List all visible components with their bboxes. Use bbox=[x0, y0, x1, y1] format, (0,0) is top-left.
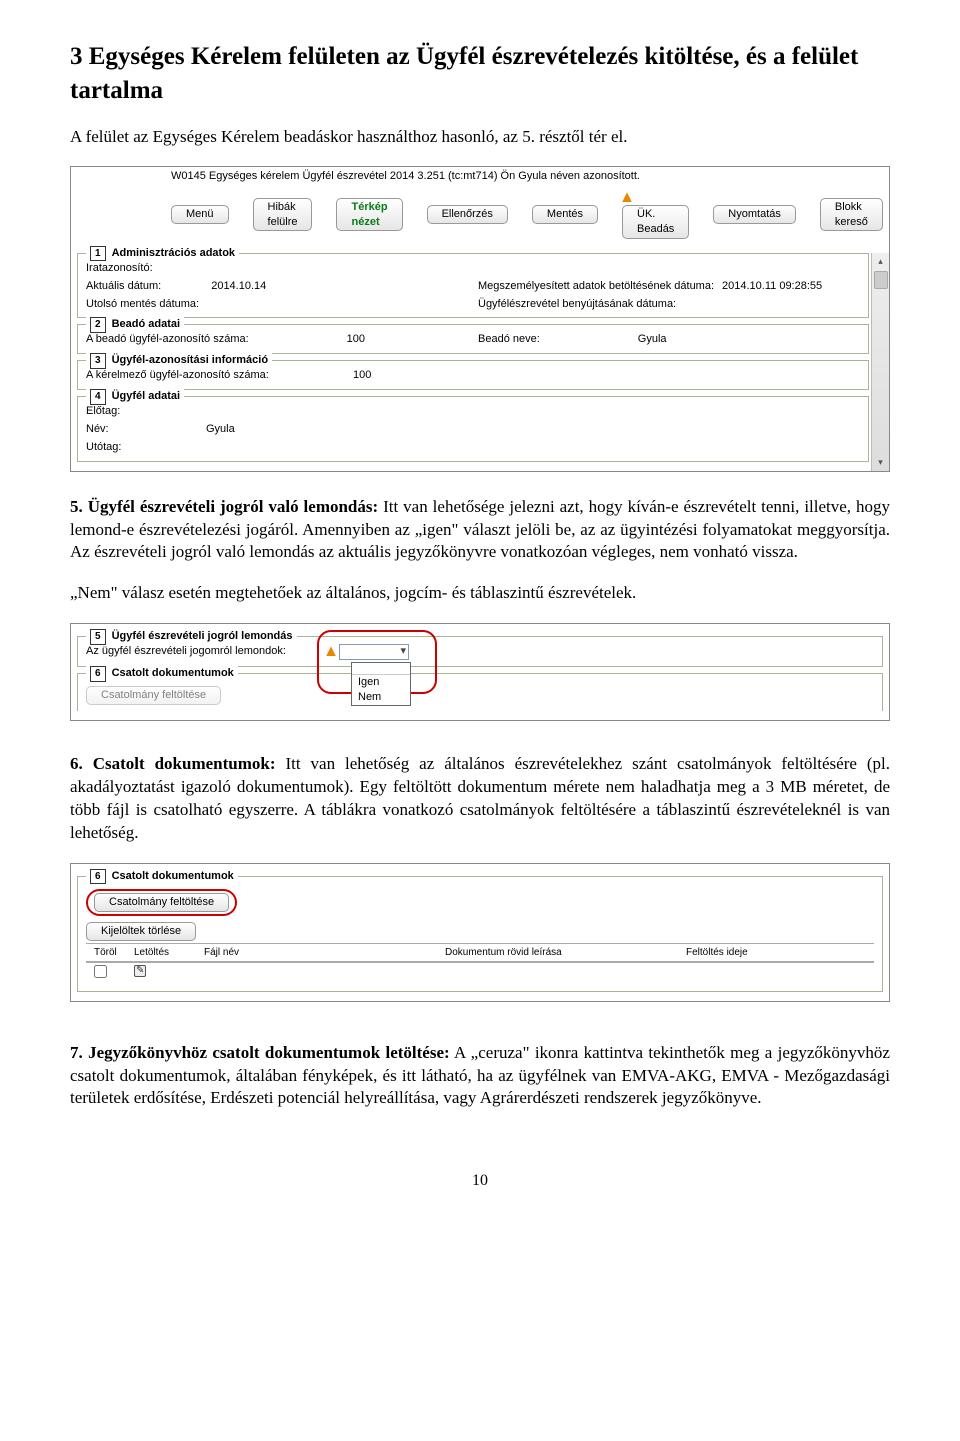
legend-admin: Adminisztrációs adatok bbox=[112, 247, 235, 259]
value-loaded-date: 2014.10.11 09:28:55 bbox=[722, 279, 822, 294]
page-number: 10 bbox=[70, 1170, 890, 1192]
fieldset-attach-partial: 6Csatolt dokumentumok Csatolmány feltölt… bbox=[77, 673, 883, 711]
intro-paragraph: A felület az Egységes Kérelem beadáskor … bbox=[70, 126, 890, 149]
attachment-table-row bbox=[86, 962, 874, 985]
label-prefix: Előtag: bbox=[86, 404, 306, 419]
legend-submitter: Beadó adatai bbox=[112, 318, 180, 330]
warning-icon bbox=[326, 646, 336, 656]
label-suffix: Utótag: bbox=[86, 440, 306, 455]
paragraph-6: 6. Csatolt dokumentumok: Itt van lehetős… bbox=[70, 753, 890, 845]
paragraph-5-prefix: 5. Ügyfél észrevételi jogról való lemond… bbox=[70, 497, 378, 516]
highlight-upload: Csatolmány feltöltése bbox=[86, 889, 237, 916]
form-body: ▴ ▾ 1Adminisztrációs adatok Iratazonosít… bbox=[71, 253, 889, 471]
upload-button[interactable]: Csatolmány feltöltése bbox=[94, 893, 229, 912]
label-client-id: A kérelmező ügyfél-azonosító száma: bbox=[86, 368, 321, 383]
label-current-date: Aktuális dátum: bbox=[86, 279, 161, 294]
option-yes[interactable]: Igen bbox=[352, 675, 410, 690]
paragraph-7-prefix: 7. Jegyzőkönyvhöz csatolt dokumentumok l… bbox=[70, 1043, 450, 1062]
option-no[interactable]: Nem bbox=[352, 690, 410, 705]
fieldset-submitter: 2Beadó adatai A beadó ügyfél-azonosító s… bbox=[77, 324, 869, 354]
label-submit-date: Ügyfélészrevétel benyújtásának dátuma: bbox=[478, 297, 676, 312]
screenshot-waiver-dropdown: 5Ügyfél észrevételi jogról lemondás Az ü… bbox=[70, 623, 890, 721]
print-button[interactable]: Nyomtatás bbox=[713, 205, 796, 224]
col-upload-time: Feltöltés ideje bbox=[686, 946, 866, 960]
label-waive-right: Az ügyfél észrevételi jogomról lemondok: bbox=[86, 644, 326, 660]
fieldset-client-data: 4Ügyfél adatai Előtag: Név: Gyula Utótag… bbox=[77, 396, 869, 462]
label-submitter-id: A beadó ügyfél-azonosító száma: bbox=[86, 332, 249, 347]
paragraph-6-prefix: 6. Csatolt dokumentumok: bbox=[70, 754, 276, 773]
row-checkbox[interactable] bbox=[94, 965, 107, 978]
paragraph-5b: „Nem" válasz esetén megtehetőek az által… bbox=[70, 582, 890, 605]
paragraph-7: 7. Jegyzőkönyvhöz csatolt dokumentumok l… bbox=[70, 1042, 890, 1111]
legend-waiver: Ügyfél észrevételi jogról lemondás bbox=[112, 630, 293, 642]
delete-selected-button[interactable]: Kijelöltek törlése bbox=[86, 922, 196, 941]
value-client-id: 100 bbox=[353, 368, 371, 383]
fieldset-client-id: 3Ügyfél-azonosítási információ A kérelme… bbox=[77, 360, 869, 390]
legend-client-id: Ügyfél-azonosítási információ bbox=[112, 354, 268, 366]
scroll-up-icon[interactable]: ▴ bbox=[878, 255, 883, 267]
check-button[interactable]: Ellenőrzés bbox=[427, 205, 508, 224]
paragraph-5: 5. Ügyfél észrevételi jogról való lemond… bbox=[70, 496, 890, 565]
submit-wrapper: ÜK. Beadás bbox=[622, 190, 689, 239]
value-current-date: 2014.10.14 bbox=[211, 279, 266, 294]
window-title: W0145 Egységes kérelem Ügyfél észrevétel… bbox=[71, 167, 889, 186]
label-name: Név: bbox=[86, 422, 206, 437]
value-submitter-name: Gyula bbox=[638, 332, 667, 347]
label-submitter-name: Beadó neve: bbox=[478, 332, 540, 347]
screenshot-main-form: W0145 Egységes kérelem Ügyfél észrevétel… bbox=[70, 166, 890, 471]
fieldset-admin: 1Adminisztrációs adatok Iratazonosító: A… bbox=[77, 253, 869, 319]
submit-button[interactable]: ÜK. Beadás bbox=[622, 205, 689, 239]
section-heading: 3 Egységes Kérelem felületen az Ügyfél é… bbox=[70, 40, 890, 108]
pencil-icon[interactable] bbox=[134, 965, 146, 977]
waive-select-dropdown[interactable]: Igen Nem bbox=[351, 662, 411, 706]
scroll-down-icon[interactable]: ▾ bbox=[878, 456, 883, 468]
col-delete: Töröl bbox=[94, 946, 134, 960]
value-submitter-id: 100 bbox=[347, 332, 365, 347]
block-search-button[interactable]: Blokk kereső bbox=[820, 198, 883, 232]
menu-button[interactable]: Menü bbox=[171, 205, 229, 224]
col-download: Letöltés bbox=[134, 946, 204, 960]
fieldset-waiver: 5Ügyfél észrevételi jogról lemondás Az ü… bbox=[77, 636, 883, 667]
save-button[interactable]: Mentés bbox=[532, 205, 598, 224]
waive-select[interactable] bbox=[339, 644, 409, 660]
fieldset-attachments: 6Csatolt dokumentumok Csatolmány feltölt… bbox=[77, 876, 883, 992]
field-warning bbox=[326, 644, 339, 660]
col-filename: Fájl név bbox=[204, 946, 445, 960]
legend-attach: Csatolt dokumentumok bbox=[112, 667, 234, 679]
screenshot-attachments: 6Csatolt dokumentumok Csatolmány feltölt… bbox=[70, 863, 890, 1002]
map-view-button[interactable]: Térkép nézet bbox=[336, 198, 402, 232]
warning-icon bbox=[622, 192, 632, 202]
value-name: Gyula bbox=[206, 422, 235, 437]
label-loaded-date: Megszemélyesített adatok betöltésének dá… bbox=[478, 279, 714, 294]
upload-button[interactable]: Csatolmány feltöltése bbox=[86, 686, 221, 705]
legend-attachments: Csatolt dokumentumok bbox=[112, 870, 234, 882]
legend-client-data: Ügyfél adatai bbox=[112, 390, 180, 402]
label-last-save: Utolsó mentés dátuma: bbox=[86, 297, 199, 312]
scrollbar[interactable]: ▴ ▾ bbox=[871, 253, 889, 471]
toolbar: Menü Hibák felülre Térkép nézet Ellenőrz… bbox=[71, 186, 889, 247]
col-desc: Dokumentum rövid leírása bbox=[445, 946, 686, 960]
errors-button[interactable]: Hibák felülre bbox=[253, 198, 313, 232]
scroll-thumb[interactable] bbox=[874, 271, 888, 289]
attachment-table-header: Töröl Letöltés Fájl név Dokumentum rövid… bbox=[86, 943, 874, 963]
label-doc-id: Iratazonosító: bbox=[86, 261, 306, 276]
